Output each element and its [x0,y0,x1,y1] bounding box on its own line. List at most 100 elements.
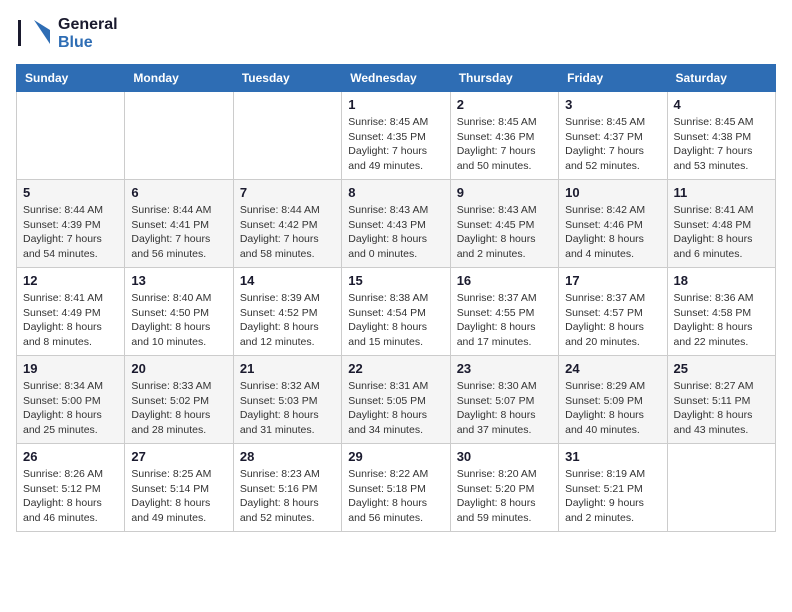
day-number: 11 [674,185,769,200]
day-number: 1 [348,97,443,112]
day-info: Sunrise: 8:25 AM Sunset: 5:14 PM Dayligh… [131,467,226,526]
day-number: 14 [240,273,335,288]
calendar-cell: 3 Sunrise: 8:45 AM Sunset: 4:37 PM Daylig… [559,92,667,180]
calendar-cell: 12 Sunrise: 8:41 AM Sunset: 4:49 PM Dayli… [17,268,125,356]
day-info: Sunrise: 8:45 AM Sunset: 4:35 PM Dayligh… [348,115,443,174]
calendar-week-row: 5 Sunrise: 8:44 AM Sunset: 4:39 PM Daylig… [17,180,776,268]
day-info: Sunrise: 8:23 AM Sunset: 5:16 PM Dayligh… [240,467,335,526]
day-info: Sunrise: 8:37 AM Sunset: 4:57 PM Dayligh… [565,291,660,350]
day-number: 21 [240,361,335,376]
day-number: 9 [457,185,552,200]
day-info: Sunrise: 8:34 AM Sunset: 5:00 PM Dayligh… [23,379,118,438]
calendar-cell: 7 Sunrise: 8:44 AM Sunset: 4:42 PM Daylig… [233,180,341,268]
calendar-cell: 5 Sunrise: 8:44 AM Sunset: 4:39 PM Daylig… [17,180,125,268]
calendar-cell: 8 Sunrise: 8:43 AM Sunset: 4:43 PM Daylig… [342,180,450,268]
day-number: 10 [565,185,660,200]
calendar-cell: 10 Sunrise: 8:42 AM Sunset: 4:46 PM Dayli… [559,180,667,268]
day-header-tuesday: Tuesday [233,65,341,92]
day-number: 20 [131,361,226,376]
calendar-cell: 6 Sunrise: 8:44 AM Sunset: 4:41 PM Daylig… [125,180,233,268]
day-number: 4 [674,97,769,112]
day-number: 3 [565,97,660,112]
logo-icon [16,16,52,52]
day-number: 29 [348,449,443,464]
calendar-cell: 21Sunrise: 8:32 AM Sunset: 5:03 PM Dayli… [233,356,341,444]
calendar-cell: 31Sunrise: 8:19 AM Sunset: 5:21 PM Dayli… [559,444,667,532]
day-info: Sunrise: 8:36 AM Sunset: 4:58 PM Dayligh… [674,291,769,350]
day-info: Sunrise: 8:44 AM Sunset: 4:42 PM Dayligh… [240,203,335,262]
day-number: 27 [131,449,226,464]
day-number: 25 [674,361,769,376]
day-info: Sunrise: 8:40 AM Sunset: 4:50 PM Dayligh… [131,291,226,350]
calendar-week-row: 26 Sunrise: 8:26 AM Sunset: 5:12 PM Dayli… [17,444,776,532]
day-info: Sunrise: 8:26 AM Sunset: 5:12 PM Dayligh… [23,467,118,526]
day-info: Sunrise: 8:27 AM Sunset: 5:11 PM Dayligh… [674,379,769,438]
day-number: 28 [240,449,335,464]
calendar-cell: 18Sunrise: 8:36 AM Sunset: 4:58 PM Dayli… [667,268,775,356]
day-header-friday: Friday [559,65,667,92]
day-info: Sunrise: 8:42 AM Sunset: 4:46 PM Dayligh… [565,203,660,262]
day-info: Sunrise: 8:43 AM Sunset: 4:43 PM Dayligh… [348,203,443,262]
calendar-cell: 24Sunrise: 8:29 AM Sunset: 5:09 PM Dayli… [559,356,667,444]
day-number: 24 [565,361,660,376]
day-info: Sunrise: 8:20 AM Sunset: 5:20 PM Dayligh… [457,467,552,526]
calendar-cell: 19 Sunrise: 8:34 AM Sunset: 5:00 PM Dayli… [17,356,125,444]
calendar-cell [125,92,233,180]
day-number: 30 [457,449,552,464]
day-number: 16 [457,273,552,288]
day-number: 17 [565,273,660,288]
day-header-wednesday: Wednesday [342,65,450,92]
day-number: 26 [23,449,118,464]
page-header: General Blue [16,16,776,52]
day-info: Sunrise: 8:44 AM Sunset: 4:41 PM Dayligh… [131,203,226,262]
calendar-week-row: 1 Sunrise: 8:45 AM Sunset: 4:35 PM Daylig… [17,92,776,180]
day-number: 8 [348,185,443,200]
day-number: 12 [23,273,118,288]
calendar-table: SundayMondayTuesdayWednesdayThursdayFrid… [16,64,776,532]
calendar-cell: 20 Sunrise: 8:33 AM Sunset: 5:02 PM Dayli… [125,356,233,444]
day-number: 13 [131,273,226,288]
calendar-week-row: 12 Sunrise: 8:41 AM Sunset: 4:49 PM Dayli… [17,268,776,356]
day-info: Sunrise: 8:41 AM Sunset: 4:49 PM Dayligh… [23,291,118,350]
calendar-cell: 28 Sunrise: 8:23 AM Sunset: 5:16 PM Dayli… [233,444,341,532]
logo: General Blue [16,16,118,52]
calendar-cell: 30 Sunrise: 8:20 AM Sunset: 5:20 PM Dayli… [450,444,558,532]
calendar-cell: 9Sunrise: 8:43 AM Sunset: 4:45 PM Daylig… [450,180,558,268]
calendar-cell [667,444,775,532]
calendar-cell [233,92,341,180]
calendar-cell: 27 Sunrise: 8:25 AM Sunset: 5:14 PM Dayli… [125,444,233,532]
calendar-cell: 29 Sunrise: 8:22 AM Sunset: 5:18 PM Dayli… [342,444,450,532]
day-info: Sunrise: 8:45 AM Sunset: 4:37 PM Dayligh… [565,115,660,174]
day-number: 31 [565,449,660,464]
day-info: Sunrise: 8:31 AM Sunset: 5:05 PM Dayligh… [348,379,443,438]
calendar-cell: 16Sunrise: 8:37 AM Sunset: 4:55 PM Dayli… [450,268,558,356]
day-number: 5 [23,185,118,200]
day-header-sunday: Sunday [17,65,125,92]
day-info: Sunrise: 8:44 AM Sunset: 4:39 PM Dayligh… [23,203,118,262]
calendar-cell: 26 Sunrise: 8:26 AM Sunset: 5:12 PM Dayli… [17,444,125,532]
day-header-monday: Monday [125,65,233,92]
day-info: Sunrise: 8:33 AM Sunset: 5:02 PM Dayligh… [131,379,226,438]
day-number: 2 [457,97,552,112]
calendar-cell: 14 Sunrise: 8:39 AM Sunset: 4:52 PM Dayli… [233,268,341,356]
day-info: Sunrise: 8:22 AM Sunset: 5:18 PM Dayligh… [348,467,443,526]
calendar-header-row: SundayMondayTuesdayWednesdayThursdayFrid… [17,65,776,92]
day-number: 19 [23,361,118,376]
day-number: 23 [457,361,552,376]
calendar-week-row: 19 Sunrise: 8:34 AM Sunset: 5:00 PM Dayli… [17,356,776,444]
day-header-thursday: Thursday [450,65,558,92]
day-number: 7 [240,185,335,200]
calendar-cell: 2Sunrise: 8:45 AM Sunset: 4:36 PM Daylig… [450,92,558,180]
calendar-cell: 13 Sunrise: 8:40 AM Sunset: 4:50 PM Dayli… [125,268,233,356]
calendar-cell: 1 Sunrise: 8:45 AM Sunset: 4:35 PM Daylig… [342,92,450,180]
day-info: Sunrise: 8:41 AM Sunset: 4:48 PM Dayligh… [674,203,769,262]
day-number: 15 [348,273,443,288]
calendar-cell: 15 Sunrise: 8:38 AM Sunset: 4:54 PM Dayli… [342,268,450,356]
day-number: 6 [131,185,226,200]
calendar-cell: 11 Sunrise: 8:41 AM Sunset: 4:48 PM Dayli… [667,180,775,268]
day-info: Sunrise: 8:30 AM Sunset: 5:07 PM Dayligh… [457,379,552,438]
day-header-saturday: Saturday [667,65,775,92]
day-info: Sunrise: 8:38 AM Sunset: 4:54 PM Dayligh… [348,291,443,350]
calendar-cell: 4Sunrise: 8:45 AM Sunset: 4:38 PM Daylig… [667,92,775,180]
day-info: Sunrise: 8:39 AM Sunset: 4:52 PM Dayligh… [240,291,335,350]
